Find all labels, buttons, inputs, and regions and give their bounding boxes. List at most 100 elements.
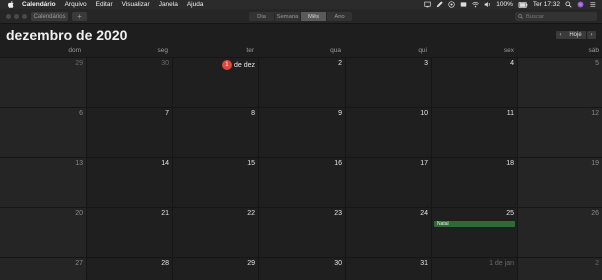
day-number: 5 <box>595 60 599 67</box>
day-cell[interactable]: 29 <box>0 58 86 107</box>
day-cell[interactable]: 8 <box>173 108 258 157</box>
volume-icon[interactable] <box>484 1 491 8</box>
weekday-header: dom seg ter qua qui sex sáb <box>0 45 602 57</box>
day-number: 29 <box>247 260 255 267</box>
day-cell[interactable]: 25 Natal <box>432 208 517 257</box>
weekday-saturday: sáb <box>588 47 599 54</box>
day-cell[interactable]: 15 <box>173 158 258 207</box>
menu-clock[interactable]: Ter 17:32 <box>533 1 560 8</box>
day-cell[interactable]: 5 <box>518 58 602 107</box>
day-cell[interactable]: 27 <box>0 258 86 280</box>
battery-icon[interactable] <box>518 1 528 8</box>
today-date: 1 de dez <box>221 60 255 70</box>
today-button[interactable]: Hoje <box>565 31 586 39</box>
close-window-button[interactable] <box>6 14 11 19</box>
window-toolbar: Calendários + Dia Semana Mês Ano <box>0 9 602 24</box>
day-cell[interactable]: 4 <box>432 58 517 107</box>
day-cell[interactable]: 16 <box>259 158 345 207</box>
day-cell[interactable]: 21 <box>87 208 172 257</box>
view-switcher: Dia Semana Mês Ano <box>249 12 352 21</box>
weekday-friday: sex <box>503 47 514 54</box>
weekday-sunday: dom <box>68 47 81 54</box>
menu-editar[interactable]: Editar <box>96 1 113 8</box>
day-cell[interactable]: 13 <box>0 158 86 207</box>
day-cell[interactable]: 17 <box>346 158 431 207</box>
user-icon[interactable] <box>460 1 467 8</box>
month-title: dezembro de 2020 <box>6 27 128 43</box>
day-cell[interactable]: 2 <box>259 58 345 107</box>
cloud-icon[interactable] <box>448 1 455 8</box>
day-cell[interactable]: 11 <box>432 108 517 157</box>
menu-ajuda[interactable]: Ajuda <box>187 1 204 8</box>
day-cell[interactable]: 18 <box>432 158 517 207</box>
weekday-wednesday: qua <box>330 47 341 54</box>
view-month-tab[interactable]: Mês <box>301 12 327 21</box>
battery-percent[interactable]: 100% <box>496 1 513 8</box>
event-holiday[interactable]: Natal <box>434 221 515 227</box>
day-number: 14 <box>161 160 169 167</box>
day-cell[interactable]: 10 <box>346 108 431 157</box>
day-cell[interactable]: 2 <box>518 258 602 280</box>
search-input[interactable] <box>526 13 594 20</box>
notification-center-icon[interactable] <box>589 1 596 8</box>
day-cell[interactable]: 7 <box>87 108 172 157</box>
day-cell[interactable]: 12 <box>518 108 602 157</box>
today-badge: 1 <box>221 60 232 70</box>
calendars-button[interactable]: Calendários <box>31 12 68 21</box>
spotlight-icon[interactable] <box>565 1 572 8</box>
view-week-tab[interactable]: Semana <box>275 12 301 21</box>
day-number: 18 <box>506 160 514 167</box>
search-field[interactable] <box>515 12 597 21</box>
siri-icon[interactable] <box>577 1 584 8</box>
day-number: 24 <box>420 210 428 217</box>
day-cell[interactable]: 23 <box>259 208 345 257</box>
day-cell[interactable]: 31 <box>346 258 431 280</box>
weekday-thursday: qui <box>418 47 427 54</box>
day-number: 30 <box>161 60 169 67</box>
day-number: 27 <box>75 260 83 267</box>
day-cell[interactable]: 26 <box>518 208 602 257</box>
day-cell[interactable]: 24 <box>346 208 431 257</box>
menu-arquivo[interactable]: Arquivo <box>65 1 87 8</box>
menu-janela[interactable]: Janela <box>159 1 178 8</box>
day-number: 6 <box>79 110 83 117</box>
menu-app-name[interactable]: Calendário <box>22 1 56 8</box>
view-day-tab[interactable]: Dia <box>249 12 275 21</box>
day-number: 13 <box>75 160 83 167</box>
day-cell[interactable]: 22 <box>173 208 258 257</box>
day-number: 15 <box>247 160 255 167</box>
day-cell[interactable]: 19 <box>518 158 602 207</box>
day-number: 8 <box>251 110 255 117</box>
day-number: 30 <box>334 260 342 267</box>
previous-month-button[interactable]: ‹ <box>556 31 565 39</box>
day-number: 1 de jan <box>489 260 514 267</box>
day-cell[interactable]: 20 <box>0 208 86 257</box>
day-cell[interactable]: 30 <box>87 58 172 107</box>
day-number: 12 <box>591 110 599 117</box>
day-cell[interactable]: 1 de dez <box>173 58 258 107</box>
zoom-window-button[interactable] <box>22 14 27 19</box>
next-month-button[interactable]: › <box>587 31 596 39</box>
minimize-window-button[interactable] <box>14 14 19 19</box>
day-cell[interactable]: 28 <box>87 258 172 280</box>
day-cell[interactable]: 29 <box>173 258 258 280</box>
apple-icon[interactable] <box>7 1 14 8</box>
day-cell[interactable]: 3 <box>346 58 431 107</box>
day-number: 23 <box>334 210 342 217</box>
day-number: 21 <box>161 210 169 217</box>
day-cell[interactable]: 14 <box>87 158 172 207</box>
day-number: 4 <box>510 60 514 67</box>
pen-icon[interactable] <box>436 1 443 8</box>
day-number: 28 <box>161 260 169 267</box>
add-event-button[interactable]: + <box>72 12 87 21</box>
wifi-icon[interactable] <box>472 1 480 8</box>
day-number: 3 <box>424 60 428 67</box>
day-cell[interactable]: 30 <box>259 258 345 280</box>
screen-icon[interactable] <box>424 1 431 8</box>
day-cell[interactable]: 6 <box>0 108 86 157</box>
day-cell[interactable]: 1 de jan <box>432 258 517 280</box>
day-cell[interactable]: 9 <box>259 108 345 157</box>
menu-visualizar[interactable]: Visualizar <box>122 1 150 8</box>
day-number: 2 <box>338 60 342 67</box>
view-year-tab[interactable]: Ano <box>327 12 352 21</box>
